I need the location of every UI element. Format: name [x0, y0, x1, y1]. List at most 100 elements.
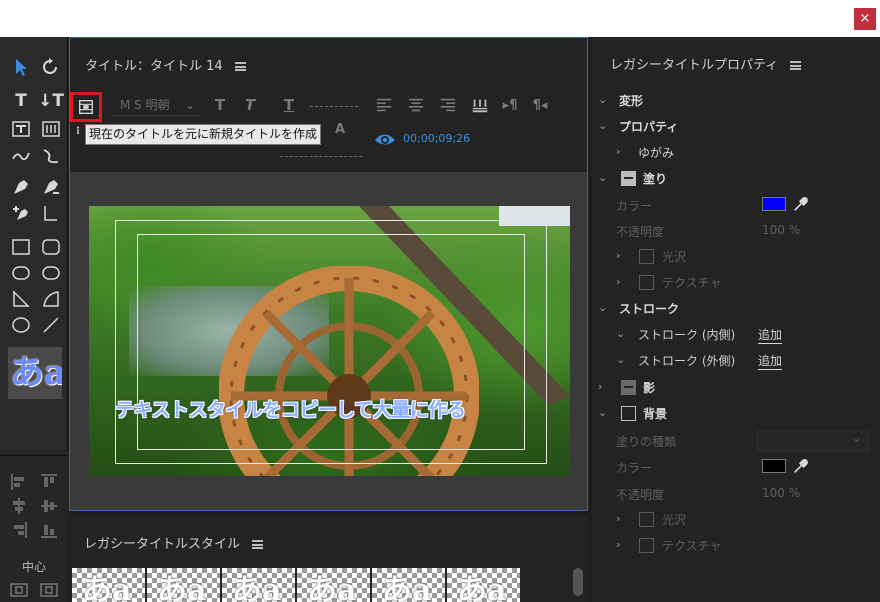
align-left-icon[interactable]	[6, 470, 32, 494]
selection-tool-icon[interactable]	[8, 55, 34, 79]
background-timecode[interactable]: 00;00;09;26	[403, 132, 470, 145]
sheen-section[interactable]: 光沢	[662, 248, 686, 265]
sheen-checkbox[interactable]	[639, 249, 654, 264]
left-to-right-icon[interactable]: ▸¶	[498, 94, 522, 116]
fill-chevron-icon[interactable]: ⌄	[598, 171, 607, 184]
stroke-section[interactable]: ストローク	[619, 300, 679, 317]
styles-scrollbar[interactable]	[573, 568, 583, 596]
title-text[interactable]: テキストスタイルをコピーして大量に作る	[115, 395, 555, 422]
style-swatch[interactable]: あa	[147, 568, 220, 602]
bg-texture-checkbox[interactable]	[639, 538, 654, 553]
fill-checkbox[interactable]	[621, 171, 636, 186]
clipped-rectangle-tool-icon[interactable]	[8, 261, 34, 285]
rounded-corner-rectangle-tool-icon[interactable]	[38, 261, 64, 285]
area-type-tool-icon[interactable]	[8, 117, 34, 141]
rotate-tool-icon[interactable]	[38, 55, 64, 79]
bold-icon[interactable]: T	[210, 94, 230, 116]
title-properties-menu-icon[interactable]	[790, 61, 802, 70]
shadow-chevron-icon[interactable]: ›	[598, 380, 602, 393]
style-swatch[interactable]: あa	[297, 568, 370, 602]
texture-chevron-icon[interactable]: ›	[616, 275, 620, 288]
bg-sheen-checkbox[interactable]	[639, 512, 654, 527]
align-center-v-icon[interactable]	[36, 494, 62, 518]
bg-texture-chevron-icon[interactable]: ›	[616, 538, 620, 551]
style-swatch[interactable]: あa	[447, 568, 520, 602]
fill-eyedropper-icon[interactable]	[792, 195, 810, 213]
vertical-type-tool-icon[interactable]: ↓T	[38, 89, 64, 113]
shadow-section[interactable]: 影	[643, 379, 655, 396]
texture-section[interactable]: テクスチャ	[662, 274, 722, 291]
align-top-icon[interactable]	[36, 470, 62, 494]
convert-anchor-tool-icon[interactable]	[38, 201, 64, 225]
outer-stroke-add-link[interactable]: 追加	[758, 352, 783, 370]
properties-section[interactable]: プロパティ	[619, 118, 678, 135]
title-properties-header: レガシータイトルプロパティ	[610, 54, 802, 73]
tools-panel: T ↓T あa 中心	[0, 37, 68, 602]
align-right-icon[interactable]	[6, 518, 32, 542]
show-background-video-icon[interactable]	[374, 131, 396, 147]
title-styles-panel: レガシータイトルスタイル あa あa あa あa あa あa	[69, 515, 588, 602]
vertical-path-type-tool-icon[interactable]	[38, 143, 64, 167]
inner-stroke-add-link[interactable]: 追加	[758, 326, 783, 344]
line-tool-icon[interactable]	[38, 313, 64, 337]
fill-color-swatch[interactable]	[762, 197, 786, 211]
style-swatch[interactable]: あa	[222, 568, 295, 602]
pen-tool-icon[interactable]	[8, 175, 34, 199]
add-anchor-tool-icon[interactable]	[8, 201, 34, 225]
align-text-left-icon[interactable]	[372, 94, 396, 116]
path-type-tool-icon[interactable]	[8, 143, 34, 167]
vertical-area-type-tool-icon[interactable]	[38, 117, 64, 141]
arc-tool-icon[interactable]	[38, 287, 64, 311]
new-title-based-on-current-button[interactable]	[70, 92, 102, 122]
ellipse-tool-icon[interactable]	[8, 313, 34, 337]
align-text-center-icon[interactable]	[404, 94, 428, 116]
transform-chevron-icon[interactable]: ⌄	[598, 93, 607, 106]
bg-sheen-section[interactable]: 光沢	[662, 511, 686, 528]
style-swatch[interactable]: あa	[372, 568, 445, 602]
properties-chevron-icon[interactable]: ⌄	[598, 119, 607, 132]
bg-color-swatch[interactable]	[762, 459, 786, 473]
fill-type-dropdown[interactable]	[757, 430, 869, 452]
rounded-rectangle-tool-icon[interactable]	[38, 235, 64, 259]
kerning-field[interactable]	[280, 156, 362, 157]
inner-stroke-chevron-icon[interactable]: ⌄	[616, 327, 625, 340]
tab-stops-icon[interactable]	[468, 94, 492, 116]
bg-texture-section[interactable]: テクスチャ	[662, 537, 722, 554]
title-styles-menu-icon[interactable]	[252, 540, 264, 549]
align-bottom-icon[interactable]	[36, 518, 62, 542]
sheen-chevron-icon[interactable]: ›	[616, 249, 620, 262]
close-button[interactable]: ×	[854, 8, 876, 30]
background-chevron-icon[interactable]: ⌄	[598, 406, 607, 419]
title-panel: タイトル：タイトル 14 ⁝ M S 明朝 ⌄ T T T A ▸¶ ¶◂ 00…	[69, 37, 588, 511]
style-swatch[interactable]: あa	[72, 568, 145, 602]
stroke-chevron-icon[interactable]: ⌄	[598, 301, 607, 314]
fill-section[interactable]: 塗り	[643, 170, 667, 187]
rectangle-tool-icon[interactable]	[8, 235, 34, 259]
video-frame[interactable]: テキストスタイルをコピーして大量に作る	[89, 206, 570, 476]
background-checkbox[interactable]	[621, 406, 636, 421]
align-text-right-icon[interactable]	[436, 94, 460, 116]
transform-section[interactable]: 変形	[619, 92, 643, 109]
fill-opacity-value[interactable]: 100 %	[762, 223, 800, 237]
outer-stroke-chevron-icon[interactable]: ⌄	[616, 353, 625, 366]
bg-opacity-value[interactable]: 100 %	[762, 486, 800, 500]
wedge-tool-icon[interactable]	[8, 287, 34, 311]
type-tool-icon[interactable]: T	[8, 89, 34, 113]
delete-anchor-tool-icon[interactable]	[38, 175, 64, 199]
shadow-checkbox[interactable]	[621, 380, 636, 395]
bg-sheen-chevron-icon[interactable]: ›	[616, 512, 620, 525]
right-to-left-icon[interactable]: ¶◂	[528, 94, 552, 116]
roll-crawl-options-icon[interactable]: ⁝	[72, 124, 84, 137]
center-horizontal-icon[interactable]	[6, 578, 32, 602]
title-panel-menu-icon[interactable]	[234, 62, 246, 71]
distort-chevron-icon[interactable]: ›	[616, 145, 620, 158]
underline-icon[interactable]: T	[276, 94, 302, 116]
background-section[interactable]: 背景	[643, 405, 667, 422]
center-vertical-icon[interactable]	[36, 578, 62, 602]
distort-section[interactable]: ゆがみ	[638, 144, 674, 161]
align-center-h-icon[interactable]	[6, 494, 32, 518]
italic-icon[interactable]: T	[240, 94, 260, 116]
texture-checkbox[interactable]	[639, 275, 654, 290]
font-size-field[interactable]	[310, 106, 358, 107]
bg-eyedropper-icon[interactable]	[792, 457, 810, 475]
